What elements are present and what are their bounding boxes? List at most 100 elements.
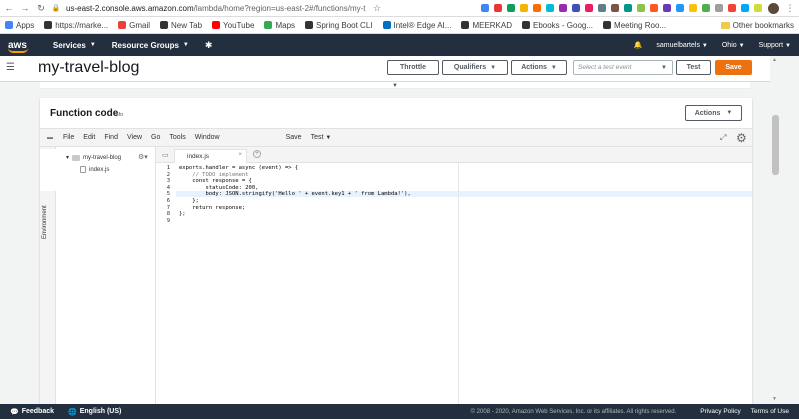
extension-icon[interactable] xyxy=(585,4,593,12)
fullscreen-icon[interactable]: ⤢ xyxy=(720,133,726,143)
panel-title: Function code xyxy=(50,108,119,119)
close-icon[interactable]: × xyxy=(238,152,242,158)
profile-avatar[interactable] xyxy=(768,2,779,14)
extension-icon[interactable] xyxy=(637,4,645,12)
feedback-link[interactable]: 💬 Feedback xyxy=(10,408,54,416)
throttle-button[interactable]: Throttle xyxy=(387,60,439,75)
environment-tab[interactable]: Environment xyxy=(40,147,56,404)
tree-settings-icon[interactable]: ⚙▾ xyxy=(138,153,148,161)
code-actions-button[interactable]: Actions ▼ xyxy=(685,105,742,121)
extension-icon[interactable] xyxy=(715,4,723,12)
address-bar[interactable]: us-east-2.console.aws.amazon.com/lambda/… xyxy=(66,4,366,13)
scroll-down-icon[interactable]: ▼ xyxy=(772,396,777,402)
extension-icon[interactable] xyxy=(702,4,710,12)
test-event-select[interactable]: Select a test event ▼ xyxy=(573,60,673,75)
extension-icon[interactable] xyxy=(559,4,567,12)
extension-icon[interactable] xyxy=(689,4,697,12)
chevron-down-icon[interactable]: ▼ xyxy=(392,83,398,89)
ide-menu-file[interactable]: File xyxy=(63,134,74,141)
extension-icon[interactable] xyxy=(520,4,528,12)
region-menu[interactable]: Ohio ▼ xyxy=(722,42,745,49)
bookmark-item[interactable]: Intel® Edge AI... xyxy=(382,21,451,30)
forward-icon[interactable]: → xyxy=(20,3,30,13)
pin-icon[interactable]: ✱ xyxy=(205,40,213,51)
bell-icon[interactable]: 🔔 xyxy=(634,41,643,49)
extension-icon[interactable] xyxy=(650,4,658,12)
extension-icon[interactable] xyxy=(663,4,671,12)
code-line[interactable]: const response = { xyxy=(179,178,252,184)
code-line[interactable]: exports.handler = async (event) => { xyxy=(179,165,298,171)
terms-link[interactable]: Terms of Use xyxy=(751,408,789,415)
grip-icon[interactable]: ▬ xyxy=(47,135,53,141)
bookmark-item[interactable]: MEERKAD xyxy=(461,21,512,30)
extension-icon[interactable] xyxy=(481,4,489,12)
extension-icon[interactable] xyxy=(494,4,502,12)
aws-logo[interactable]: aws xyxy=(8,40,28,53)
bookmark-item[interactable]: Spring Boot CLI xyxy=(305,21,373,30)
bookmark-item[interactable]: Maps xyxy=(264,21,295,30)
tab-index-js[interactable]: index.js × xyxy=(174,149,247,163)
code-line[interactable]: }; xyxy=(179,198,199,204)
info-link[interactable]: Info xyxy=(114,112,123,118)
ide-menu-tools[interactable]: Tools xyxy=(169,134,185,141)
tabs-menu-icon[interactable]: ▭ xyxy=(162,151,169,159)
extension-icon[interactable] xyxy=(507,4,515,12)
back-icon[interactable]: ← xyxy=(4,3,14,13)
hamburger-icon[interactable]: ☰ xyxy=(6,62,15,73)
extension-icon[interactable] xyxy=(741,4,749,12)
bookmark-item[interactable]: Apps xyxy=(5,21,34,30)
actions-button[interactable]: Actions ▼ xyxy=(511,60,567,75)
privacy-link[interactable]: Privacy Policy xyxy=(700,408,740,415)
chrome-menu-icon[interactable]: ⋮ xyxy=(785,3,795,13)
tree-root-folder[interactable]: ▾ my-travel-blog xyxy=(66,154,121,161)
scroll-up-icon[interactable]: ▲ xyxy=(772,57,777,63)
code-line[interactable]: body: JSON.stringify('Hello ' + event.ke… xyxy=(179,191,410,197)
add-tab-icon[interactable]: + xyxy=(253,150,261,158)
code-editor[interactable]: 123456789 exports.handler = async (event… xyxy=(156,163,752,404)
reload-icon[interactable]: ↻ xyxy=(36,3,46,13)
ide-menu-window[interactable]: Window xyxy=(195,134,220,141)
resource-groups-menu[interactable]: Resource Groups ▼ xyxy=(112,41,189,50)
extension-icon[interactable] xyxy=(546,4,554,12)
function-header: ☰ my-travel-blog Throttle Qualifiers ▼ Ac… xyxy=(0,56,770,82)
star-icon[interactable]: ☆ xyxy=(372,3,382,13)
ide-save-menu[interactable]: Save xyxy=(286,134,302,141)
page-scrollbar-track[interactable] xyxy=(770,56,799,404)
language-selector[interactable]: 🌐 English (US) xyxy=(68,408,121,416)
other-bookmarks[interactable]: Other bookmarks xyxy=(720,21,794,30)
test-button[interactable]: Test xyxy=(676,60,711,75)
extension-icon[interactable] xyxy=(624,4,632,12)
extension-icon[interactable] xyxy=(598,4,606,12)
extension-icon[interactable] xyxy=(611,4,619,12)
extension-icon[interactable] xyxy=(754,4,762,12)
ide-menu-view[interactable]: View xyxy=(127,134,142,141)
ide-menu-go[interactable]: Go xyxy=(151,134,160,141)
bookmark-favicon-icon xyxy=(44,21,53,29)
code-line[interactable]: statusCode: 200, xyxy=(179,185,258,191)
bookmark-item[interactable]: New Tab xyxy=(160,21,202,30)
bookmark-item[interactable]: https://marke... xyxy=(44,21,108,30)
bookmark-item[interactable]: YouTube xyxy=(212,21,254,30)
extension-icon[interactable] xyxy=(572,4,580,12)
page-scrollbar-thumb[interactable] xyxy=(772,115,779,175)
services-menu[interactable]: Services ▼ xyxy=(53,41,96,50)
account-menu[interactable]: samuelbartels ▼ xyxy=(656,42,707,49)
extension-icon[interactable] xyxy=(676,4,684,12)
lock-icon[interactable]: 🔒 xyxy=(52,4,61,12)
qualifiers-button[interactable]: Qualifiers ▼ xyxy=(442,60,508,75)
ide-test-menu[interactable]: Test ▼ xyxy=(311,134,332,141)
support-menu[interactable]: Support ▼ xyxy=(759,42,791,49)
extension-icon[interactable] xyxy=(533,4,541,12)
save-button[interactable]: Save xyxy=(715,60,752,75)
tree-file-index[interactable]: index.js xyxy=(80,166,109,173)
gear-icon[interactable]: ⚙ xyxy=(736,131,747,145)
ide-menu-find[interactable]: Find xyxy=(104,134,118,141)
bookmark-item[interactable]: Gmail xyxy=(118,21,150,30)
code-line[interactable]: return response; xyxy=(179,205,245,211)
code-line[interactable]: }; xyxy=(179,211,186,217)
extension-icon[interactable] xyxy=(728,4,736,12)
bookmark-item[interactable]: Ebooks - Goog... xyxy=(522,21,593,30)
bookmark-item[interactable]: Meeting Roo... xyxy=(603,21,666,30)
code-line[interactable]: // TODO implement xyxy=(179,172,248,178)
ide-menu-edit[interactable]: Edit xyxy=(83,134,95,141)
